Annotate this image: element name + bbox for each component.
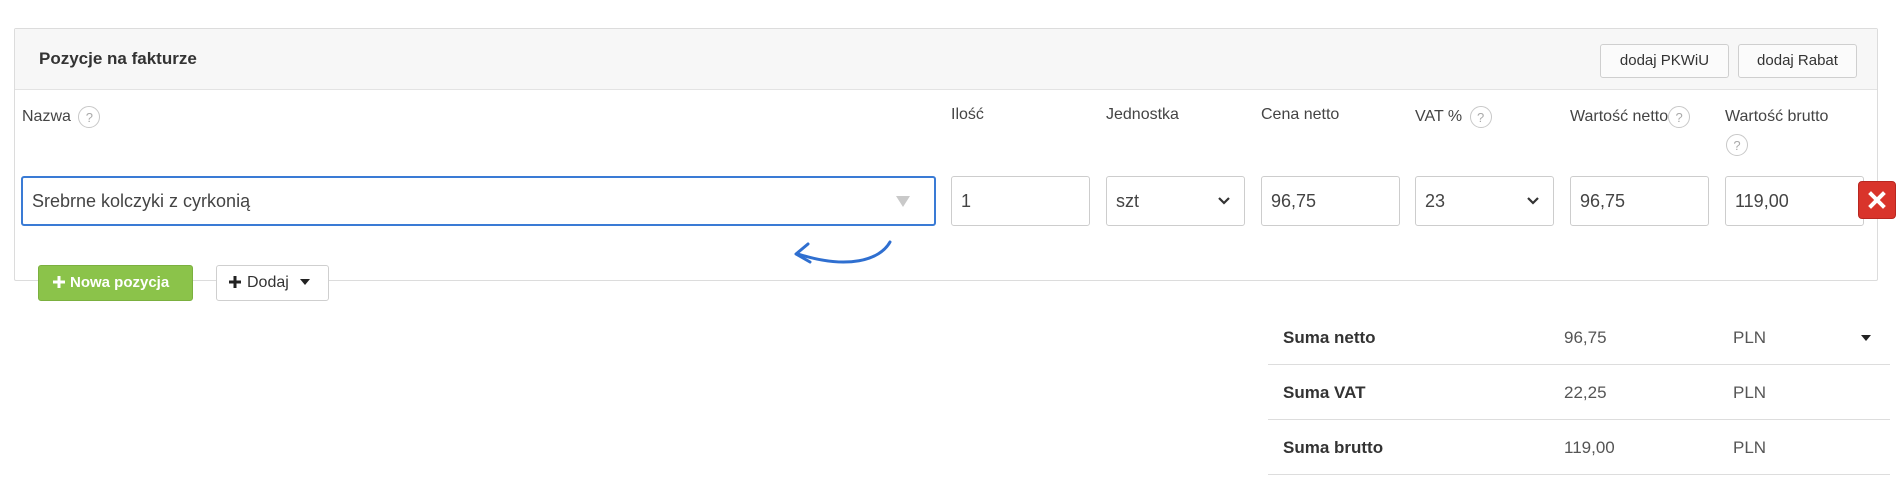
close-icon [1868,191,1886,209]
column-label-net-value: Wartość netto [1570,108,1669,126]
column-header-unit: Jednostka [1106,106,1179,123]
item-name-input[interactable]: Srebrne kolczyki z cyrkonią [21,176,936,226]
dropdown-caret-icon[interactable] [896,196,910,207]
help-icon[interactable]: ? [1469,106,1492,128]
net-price-input[interactable]: 96,75 [1261,176,1400,226]
delete-row-button[interactable] [1858,181,1896,219]
quantity-input[interactable]: 1 [951,176,1090,226]
item-name-value: Srebrne kolczyki z cyrkonią [32,191,251,211]
summary-row-gross: Suma brutto 119,00 PLN [1268,420,1890,475]
summary-row-net: Suma netto 96,75 PLN [1268,310,1890,365]
column-header-name: Nazwa ? [22,106,101,128]
column-header-net-price: Cena netto [1261,106,1340,123]
column-header-gross-value: Wartość brutto ? [1725,106,1865,156]
chevron-down-icon [1527,197,1539,205]
plus-icon [53,276,65,288]
column-label-gross-value: Wartość brutto [1725,108,1829,125]
summary-row-vat: Suma VAT 22,25 PLN [1268,365,1890,420]
plus-icon [229,276,241,288]
summary-value: 22,25 [1564,383,1607,402]
net-value-input[interactable]: 96,75 [1570,176,1709,226]
column-header-vat: VAT % ? [1415,106,1492,128]
unit-select[interactable]: szt [1106,176,1245,226]
summary-label: Suma netto [1283,328,1376,347]
summary-value: 96,75 [1564,328,1607,347]
summary-value: 119,00 [1564,438,1615,457]
help-icon[interactable]: ? [1668,106,1691,128]
column-label-name: Nazwa [22,108,71,126]
add-dropdown-button[interactable]: Dodaj [216,265,329,301]
panel-title: Pozycje na fakturze [39,49,197,68]
summary-currency: PLN [1733,383,1767,402]
invoice-items-panel: Pozycje na fakturze dodaj PKWiU dodaj Ra… [14,28,1878,281]
summary-currency: PLN [1733,328,1767,347]
add-label: Dodaj [247,274,289,291]
summary-label: Suma brutto [1283,438,1384,457]
new-item-label: Nowa pozycja [70,274,170,291]
vat-value: 23 [1425,191,1446,211]
column-label-vat: VAT % [1415,108,1463,126]
summary-label: Suma VAT [1283,383,1366,402]
chevron-down-icon [1218,197,1230,205]
panel-header: Pozycje na fakturze dodaj PKWiU dodaj Ra… [15,29,1877,90]
add-pkwiu-button[interactable]: dodaj PKWiU [1600,44,1729,78]
summary-currency: PLN [1733,438,1767,457]
gross-value-input[interactable]: 119,00 [1725,176,1864,226]
help-icon[interactable]: ? [78,106,101,128]
new-item-button[interactable]: Nowa pozycja [38,265,193,301]
column-header-qty: Ilość [951,106,984,123]
curved-arrow-icon [794,240,892,264]
add-discount-button[interactable]: dodaj Rabat [1738,44,1857,78]
column-header-net-value: Wartość netto? [1570,106,1691,128]
vat-select[interactable]: 23 [1415,176,1554,226]
caret-down-icon[interactable] [1860,334,1872,342]
help-icon[interactable]: ? [1726,134,1748,156]
unit-value: szt [1116,191,1140,211]
caret-down-icon [300,279,311,285]
